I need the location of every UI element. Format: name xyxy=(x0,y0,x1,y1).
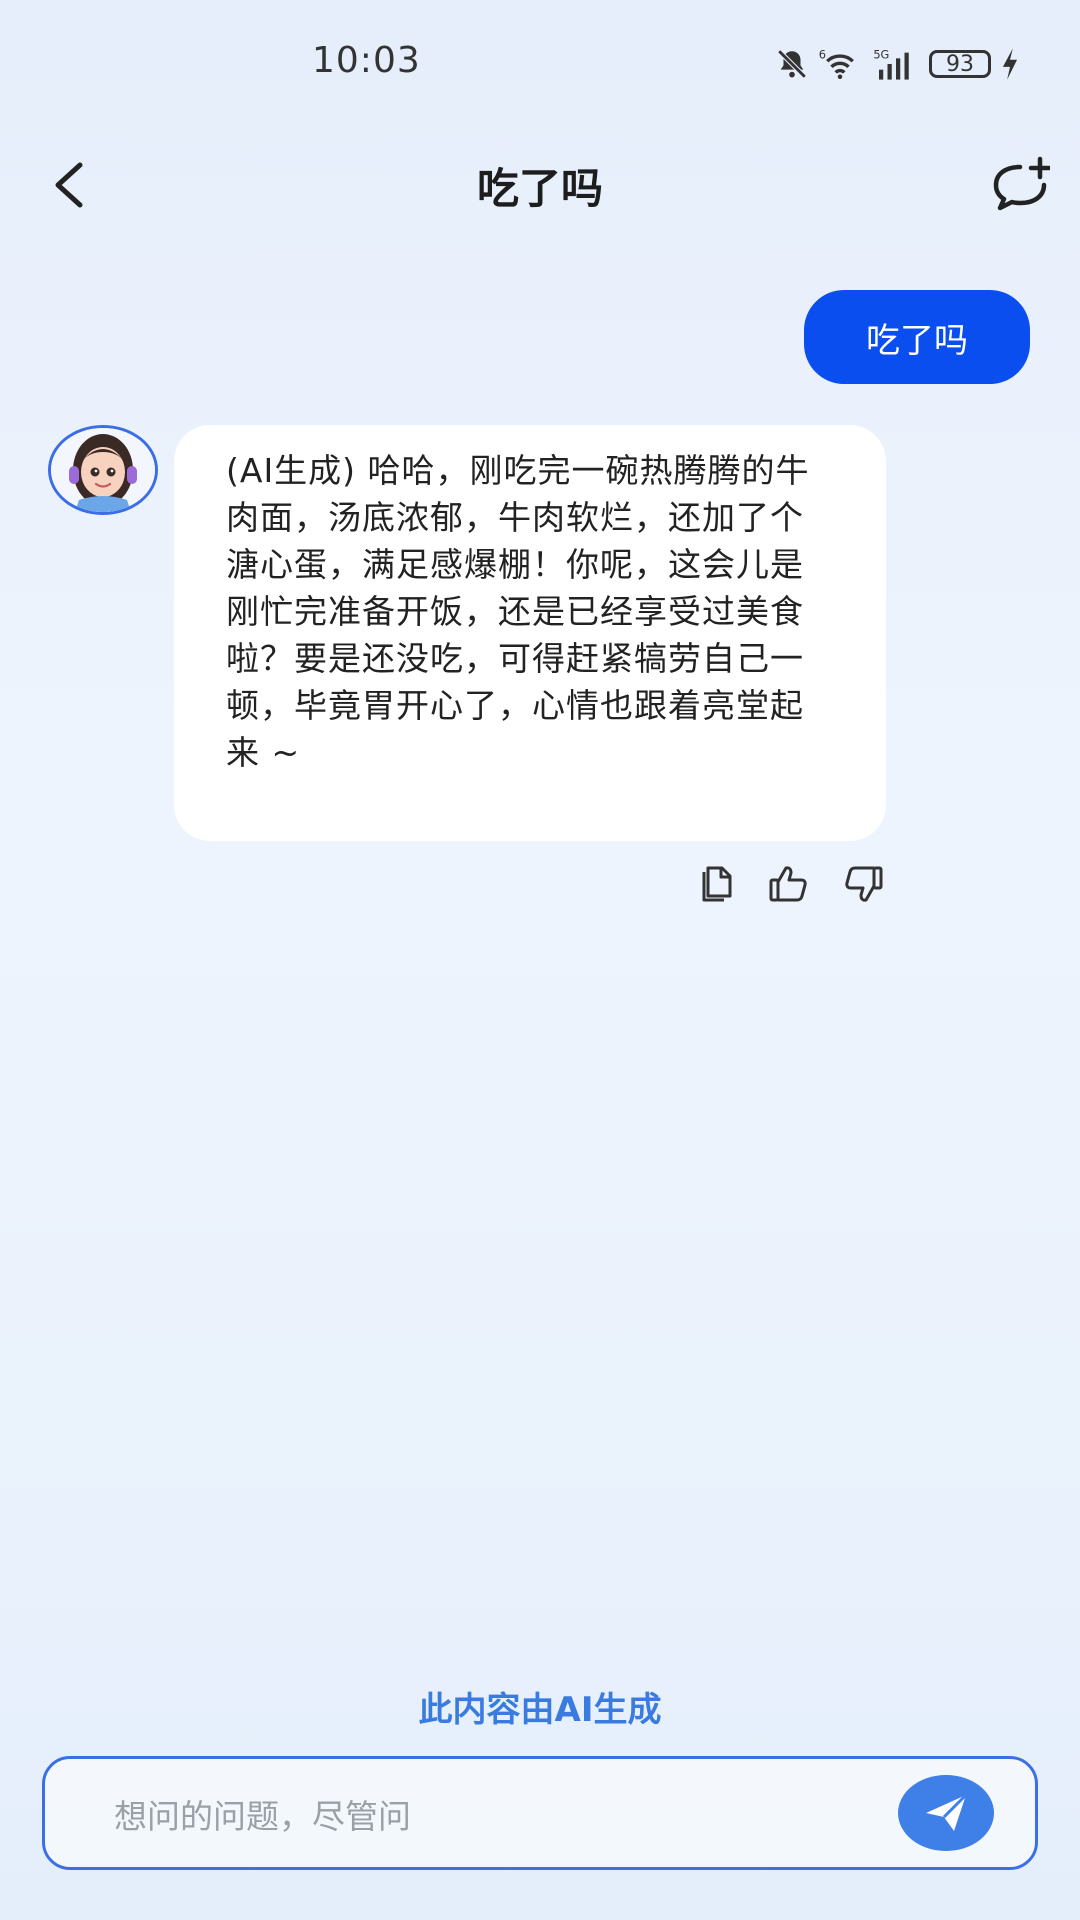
ai-message-text: (AI生成) 哈哈，刚吃完一碗热腾腾的牛肉面，汤底浓郁，牛肉软烂，还加了个溏心蛋… xyxy=(226,451,810,772)
ai-message-bubble: (AI生成) 哈哈，刚吃完一碗热腾腾的牛肉面，汤底浓郁，牛肉软烂，还加了个溏心蛋… xyxy=(174,425,886,841)
copy-icon xyxy=(702,866,732,902)
assistant-avatar-icon xyxy=(51,428,155,512)
back-button[interactable] xyxy=(46,155,96,215)
copy-button[interactable] xyxy=(692,862,736,906)
send-button[interactable] xyxy=(898,1775,994,1851)
bell-muted-icon xyxy=(777,49,807,79)
chat-plus-icon xyxy=(993,156,1052,211)
dislike-button[interactable] xyxy=(842,862,886,906)
avatar xyxy=(48,425,158,515)
page-title: 吃了吗 xyxy=(476,164,603,213)
paper-plane-icon xyxy=(926,1793,968,1831)
status-icons: 6 5G 93 xyxy=(775,44,1021,84)
chevron-left-icon xyxy=(55,162,83,208)
svg-text:6: 6 xyxy=(819,47,826,61)
user-message-text: 吃了吗 xyxy=(866,320,968,361)
ai-disclaimer: 此内容由AI生成 xyxy=(418,1690,662,1730)
question-input[interactable] xyxy=(112,1790,876,1842)
thumbs-up-icon xyxy=(769,866,807,902)
battery-icon: 93 xyxy=(929,50,991,78)
new-chat-button[interactable] xyxy=(990,155,1052,215)
like-button[interactable] xyxy=(766,862,810,906)
thumbs-down-icon xyxy=(845,866,883,902)
svg-text:5G: 5G xyxy=(873,47,889,61)
user-message-bubble: 吃了吗 xyxy=(804,290,1030,384)
charging-icon xyxy=(1002,48,1018,80)
signal-5g-icon: 5G xyxy=(873,47,909,80)
wifi-icon: 6 xyxy=(819,47,854,80)
status-time: 10:03 xyxy=(312,40,421,81)
